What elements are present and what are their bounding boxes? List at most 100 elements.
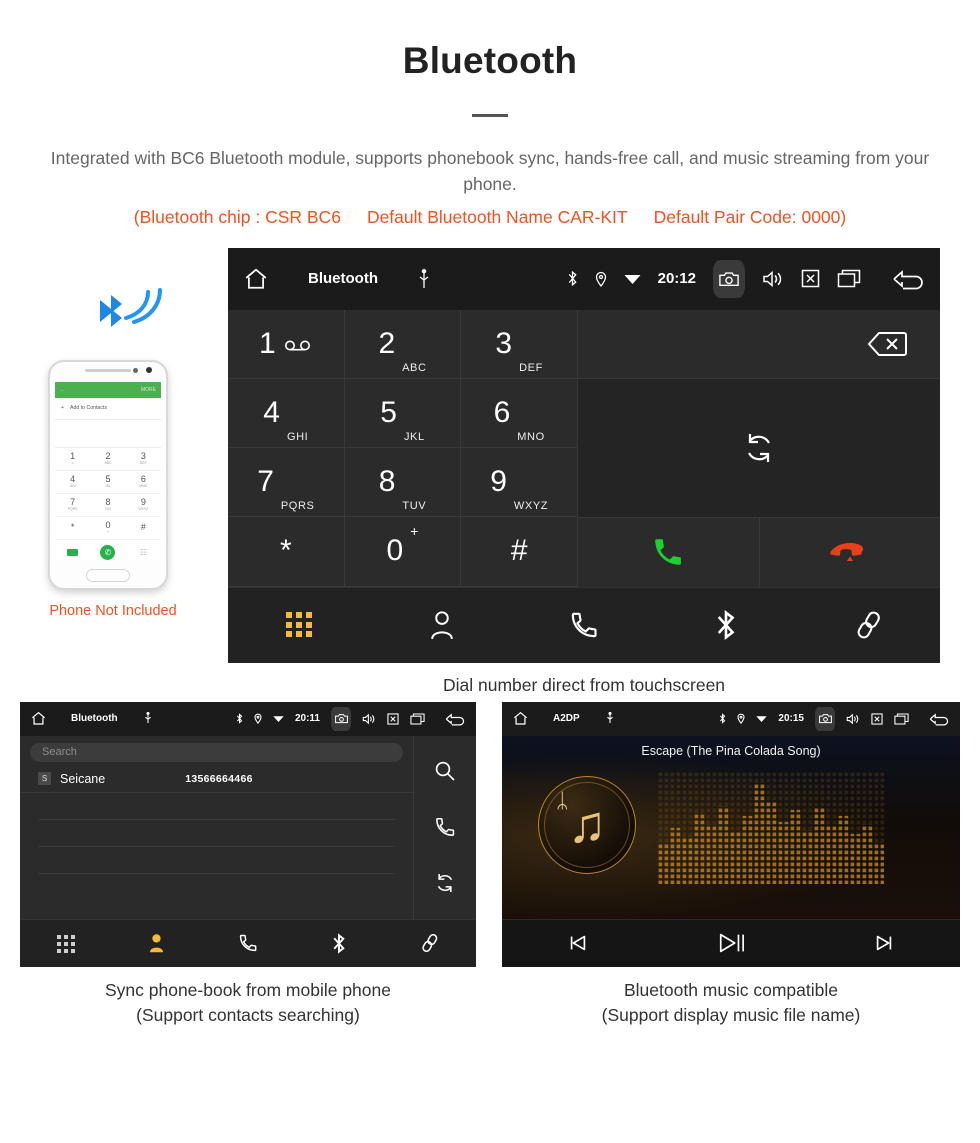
- volume-icon[interactable]: [762, 270, 784, 288]
- tab-call-log[interactable]: [569, 610, 599, 640]
- spec-line: (Bluetooth chip : CSR BC6 Default Blueto…: [0, 207, 980, 228]
- x-box-icon[interactable]: [871, 712, 883, 725]
- dialpad-key-star[interactable]: *: [228, 517, 345, 587]
- contacts-caption: Sync phone-book from mobile phone (Suppo…: [20, 978, 476, 1029]
- back-icon[interactable]: [892, 268, 926, 290]
- camera-icon[interactable]: [331, 706, 351, 731]
- previous-track-button[interactable]: [567, 932, 589, 954]
- phone-key: 1 ∞: [55, 448, 91, 471]
- backspace-button[interactable]: [578, 309, 940, 379]
- tab-keypad[interactable]: [57, 934, 76, 953]
- dialer-tabbar: [228, 586, 940, 663]
- contact-empty-row: [38, 820, 395, 847]
- search-input[interactable]: Search: [30, 742, 403, 762]
- audio-transfer-button[interactable]: [578, 378, 940, 518]
- x-box-icon[interactable]: [387, 712, 399, 725]
- home-icon[interactable]: [30, 711, 47, 726]
- phone-sensor-icon: [133, 367, 138, 373]
- contact-initial-badge: S: [38, 772, 51, 785]
- back-icon[interactable]: [445, 712, 466, 726]
- x-box-icon[interactable]: [801, 269, 820, 288]
- dialer-call-row: [578, 517, 940, 587]
- wifi-icon: [273, 714, 284, 723]
- wifi-icon: [624, 272, 641, 285]
- contacts-caption-line1: Sync phone-book from mobile phone: [104, 979, 391, 1000]
- music-body: Escape (The Pina Colada Song) ♫ ᛦ: [502, 735, 960, 919]
- dialpad-key-6[interactable]: 6 MNO: [461, 378, 578, 448]
- music-statusbar: A2DP 20:15: [502, 701, 960, 736]
- phone-add-contacts-row: + Add to Contacts: [55, 398, 161, 420]
- camera-icon[interactable]: [815, 706, 835, 731]
- usb-icon: [418, 268, 430, 289]
- dialpad-key-4[interactable]: 4 GHI: [228, 378, 345, 448]
- page-header: Bluetooth Integrated with BC6 Bluetooth …: [0, 0, 980, 228]
- phone-key: 2 ABC: [90, 448, 126, 471]
- search-icon[interactable]: [434, 760, 456, 782]
- phone-screen: ← MORE + Add to Contacts 1 ∞ 2 ABC 3 DEF 4G…: [55, 381, 161, 560]
- tab-pair-link[interactable]: [854, 610, 884, 640]
- tab-contacts[interactable]: [428, 610, 456, 640]
- hangup-button[interactable]: [759, 517, 940, 587]
- tab-bluetooth[interactable]: [332, 932, 346, 954]
- usb-icon: [606, 712, 614, 725]
- call-button[interactable]: [578, 517, 760, 587]
- dialpad-key-7[interactable]: 7 PQRS: [228, 448, 345, 518]
- contact-number: 13566664466: [185, 772, 253, 785]
- dialpad-key-9[interactable]: 9 WXYZ: [461, 448, 578, 518]
- tab-bluetooth[interactable]: [715, 609, 737, 641]
- recents-icon[interactable]: [894, 712, 909, 725]
- sync-icon[interactable]: [434, 872, 456, 894]
- contacts-statusbar: Bluetooth 20:11: [20, 701, 476, 736]
- home-icon[interactable]: [242, 267, 270, 291]
- back-icon[interactable]: [929, 712, 950, 726]
- contact-name: Seicane: [60, 771, 106, 786]
- tab-call-log[interactable]: [238, 933, 258, 953]
- voicemail-icon: [283, 337, 313, 351]
- volume-icon[interactable]: [362, 713, 376, 725]
- recents-icon[interactable]: [410, 712, 425, 725]
- contacts-list-area: Search S Seicane 13566664466: [20, 735, 414, 919]
- contacts-clock: 20:11: [294, 713, 320, 724]
- equalizer-visualizer: [658, 771, 884, 884]
- contacts-searchbar: Search: [20, 736, 413, 766]
- backspace-icon: [852, 329, 908, 359]
- camera-icon[interactable]: [713, 259, 745, 298]
- phone-key: #: [125, 517, 161, 540]
- recents-icon[interactable]: [837, 269, 861, 288]
- bluetooth-status-icon: [719, 713, 726, 724]
- dialpad-key-0[interactable]: 0 +: [344, 517, 462, 587]
- phone-app-bar: ← MORE: [55, 381, 161, 398]
- bluetooth-status-icon: [567, 270, 578, 287]
- bluetooth-status-icon: [236, 713, 243, 724]
- music-caption-line1: Bluetooth music compatible: [624, 979, 838, 1000]
- phone-call-button: ✆: [100, 545, 116, 560]
- music-title: A2DP: [553, 713, 580, 724]
- music-clock: 20:15: [778, 713, 804, 724]
- title-divider: [472, 114, 508, 117]
- music-screenshot: A2DP 20:15 Escape (The Pina Colada Song)…: [502, 701, 960, 967]
- tab-contacts[interactable]: [147, 933, 166, 953]
- home-icon[interactable]: [512, 711, 529, 726]
- volume-icon[interactable]: [846, 713, 860, 725]
- play-pause-button[interactable]: [717, 930, 745, 956]
- dialpad-key-1[interactable]: 1: [228, 309, 345, 379]
- tab-pair-link[interactable]: [420, 933, 440, 953]
- bluetooth-wave-icon: [100, 287, 162, 327]
- music-caption-line2: (Support display music file name): [601, 1004, 861, 1025]
- dialpad-key-hash[interactable]: #: [461, 517, 578, 587]
- tab-keypad[interactable]: [286, 612, 312, 638]
- phone-key: *: [55, 517, 91, 540]
- dialpad-key-5[interactable]: 5 JKL: [344, 378, 462, 448]
- call-icon[interactable]: [434, 816, 456, 838]
- table-row[interactable]: S Seicane 13566664466: [20, 766, 413, 793]
- dialpad-key-3[interactable]: 3 DEF: [461, 309, 578, 379]
- bottom-section: Bluetooth 20:11 Search S Seicane 1356666…: [0, 701, 980, 1062]
- phone-key: 8 TUV: [90, 494, 126, 517]
- next-track-button[interactable]: [873, 932, 895, 954]
- contacts-body: Search S Seicane 13566664466: [20, 735, 476, 919]
- dialpad-key-2[interactable]: 2 ABC: [344, 309, 462, 379]
- dialer-title: Bluetooth: [308, 270, 378, 287]
- dialpad-key-8[interactable]: 8 TUV: [344, 448, 462, 518]
- phone-home-button: [86, 568, 130, 582]
- phone-add-contacts-label: Add to Contacts: [70, 405, 107, 411]
